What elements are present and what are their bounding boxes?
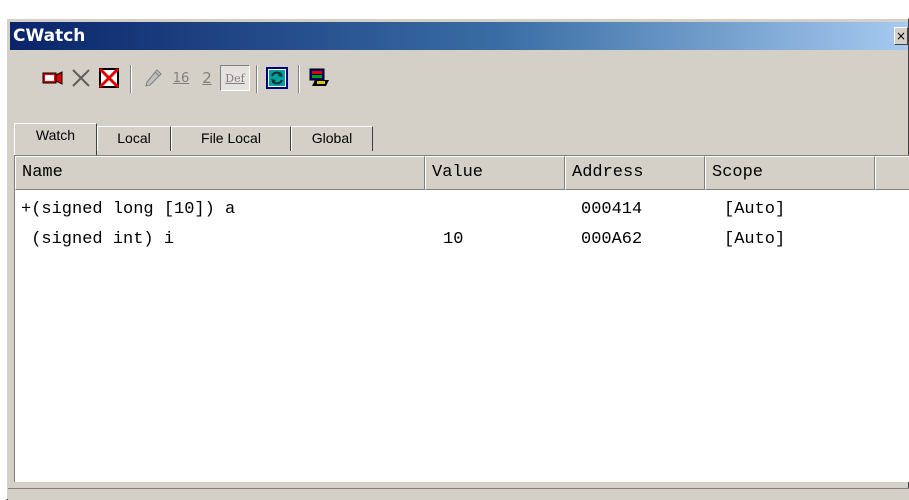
hex-radix-icon: 16 — [172, 70, 190, 86]
delete-icon — [70, 67, 92, 89]
delete-all-icon — [97, 66, 121, 90]
row-value[interactable]: 10 — [443, 226, 463, 254]
row-scope: [Auto] — [724, 200, 786, 219]
column-header-label: Scope — [712, 163, 764, 182]
edit-value-icon — [142, 67, 164, 89]
binary-radix-icon: 2 — [202, 69, 212, 87]
row-name[interactable]: +(signed long [10]) a — [21, 196, 235, 224]
tab-label: File Local — [201, 130, 261, 146]
tab-file-local[interactable]: File Local — [171, 126, 291, 151]
memory-view-button[interactable] — [306, 65, 332, 91]
row-scope: [Auto] — [724, 230, 786, 249]
delete-button[interactable] — [68, 65, 94, 91]
row-name[interactable]: (signed int) i — [21, 226, 174, 254]
column-header-filler — [875, 156, 909, 190]
close-icon: × — [895, 29, 907, 43]
toolbar-separator — [256, 65, 258, 93]
close-button[interactable]: × — [894, 27, 908, 45]
edit-value-button[interactable] — [140, 65, 166, 91]
refresh-icon — [265, 66, 289, 90]
tab-local[interactable]: Local — [97, 126, 171, 151]
window-title: CWatch — [13, 26, 86, 46]
column-header-label: Address — [572, 163, 644, 182]
tab-global[interactable]: Global — [291, 126, 373, 151]
refresh-button[interactable] — [264, 65, 290, 91]
tab-label: Global — [311, 130, 353, 146]
title-bar[interactable]: CWatch × — [10, 22, 908, 50]
row-address: 000A62 — [581, 230, 643, 249]
toolbar-separator — [298, 65, 300, 93]
watch-list[interactable]: Name Value Address Scope +(signed long [… — [14, 155, 909, 482]
column-header-name[interactable]: Name — [15, 156, 425, 190]
add-watch-button[interactable] — [40, 65, 66, 91]
hex-radix-button[interactable]: 16 — [168, 65, 194, 91]
column-header-label: Value — [432, 163, 484, 182]
toolbar: 16 2 Def — [10, 53, 908, 97]
toolbar-separator — [130, 65, 132, 93]
delete-all-button[interactable] — [96, 65, 122, 91]
column-header-scope[interactable]: Scope — [705, 156, 875, 190]
column-header-value[interactable]: Value — [425, 156, 565, 190]
tab-label: Watch — [35, 127, 76, 143]
column-header-label: Name — [22, 163, 63, 182]
bottom-edge — [8, 488, 909, 500]
tab-label: Local — [117, 130, 151, 146]
default-radix-button[interactable]: Def — [220, 65, 250, 91]
column-header-address[interactable]: Address — [565, 156, 705, 190]
tab-watch[interactable]: Watch — [14, 123, 97, 155]
add-watch-icon — [41, 68, 65, 88]
memory-view-icon — [307, 66, 331, 90]
default-radix-icon: Def — [225, 71, 245, 85]
row-address: 000414 — [581, 200, 643, 219]
binary-radix-button[interactable]: 2 — [194, 65, 220, 91]
